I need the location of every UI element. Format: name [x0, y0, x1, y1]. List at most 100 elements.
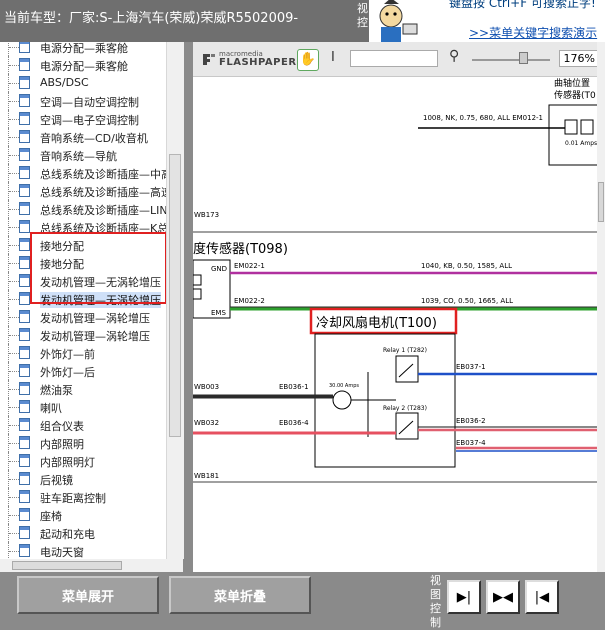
tree-item[interactable]: ABS/DSC — [0, 74, 170, 92]
tree-item[interactable]: 内部照明 — [0, 434, 170, 452]
document-icon — [19, 42, 30, 53]
tree-connector — [9, 245, 19, 246]
tree-connector — [8, 42, 10, 56]
tree-item[interactable]: 总线系统及诊断插座—中高 — [0, 164, 172, 182]
eb037-1-label: EB037-1 — [456, 363, 486, 371]
tree-item[interactable]: 电源分配—乘客舱 — [0, 56, 170, 74]
viewer-scrollbar[interactable] — [597, 42, 605, 572]
find-input[interactable] — [350, 50, 438, 67]
tree-item-label: 总线系统及诊断插座—高速 — [40, 186, 172, 199]
tree-item[interactable]: 燃油泵 — [0, 380, 170, 398]
tree-item-label: 空调—电子空调控制 — [40, 114, 139, 127]
flashpaper-viewer: macromedia FLASHPAPER ✋ I ⚲ 176% 曲轴位置 传感… — [193, 42, 605, 572]
tree-connector — [9, 407, 19, 408]
gnd-label: GND — [211, 265, 227, 273]
document-icon — [19, 544, 30, 557]
menu-expand-button[interactable]: 菜单展开 — [17, 576, 159, 614]
zoom-icon[interactable]: ⚲ — [449, 48, 459, 64]
tree-item-label: 总线系统及诊断插座—LIN — [40, 204, 168, 217]
tree-connector — [9, 299, 19, 300]
wb032-label: WB032 — [194, 419, 219, 427]
document-icon — [19, 400, 30, 413]
tree-item[interactable]: 音响系统—导航 — [0, 146, 170, 164]
tree-connector — [9, 443, 19, 444]
tree-horizontal-scrollbar[interactable] — [0, 559, 183, 572]
tree-item-label: 电动天窗 — [40, 546, 84, 559]
tree-item[interactable]: 外饰灯—前 — [0, 344, 170, 362]
tree-item[interactable]: 起动和充电 — [0, 524, 170, 542]
flashpaper-logo-icon — [203, 54, 215, 65]
tree-item[interactable]: 空调—自动空调控制 — [0, 92, 170, 110]
tree-item[interactable]: 外饰灯—后 — [0, 362, 170, 380]
tree-connector — [9, 371, 19, 372]
tree-item[interactable]: 发动机管理—涡轮增压 — [0, 326, 170, 344]
document-icon — [19, 454, 30, 467]
tree-connector — [9, 47, 19, 48]
document-icon — [19, 418, 30, 431]
tree-item-label: 燃油泵 — [40, 384, 73, 397]
tree-item[interactable]: 电源分配—乘客舱 — [0, 42, 170, 56]
zoom-slider-track[interactable] — [472, 59, 550, 61]
tree-hscroll-thumb[interactable] — [12, 561, 122, 570]
bottom-bar: 菜单展开 菜单折叠 视图控制 ▶| ▶◀ |◀ — [0, 572, 605, 629]
tree-connector — [9, 551, 19, 552]
tree-item-label: 喇叭 — [40, 402, 62, 415]
tree-connector — [9, 137, 19, 138]
zoom-field[interactable]: 176% — [559, 50, 599, 67]
tree-item-label: 音响系统—导航 — [40, 150, 117, 163]
tree-connector — [9, 533, 19, 534]
tree-item[interactable]: 后视镜 — [0, 470, 170, 488]
tree-connector — [9, 209, 19, 210]
tree-item[interactable]: 空调—电子空调控制 — [0, 110, 170, 128]
tree-connector — [9, 281, 19, 282]
tree-connector — [9, 101, 19, 102]
view-expand-right-button[interactable]: ▶| — [447, 580, 481, 614]
tree-item[interactable]: 座椅 — [0, 506, 170, 524]
eb036-2-label: EB036-2 — [456, 417, 486, 425]
tree-item[interactable]: 总线系统及诊断插座—高速 — [0, 182, 172, 200]
document-icon — [19, 490, 30, 503]
tree-scroll-thumb[interactable] — [169, 154, 181, 437]
tree-connector — [9, 83, 19, 84]
arrow-right-bar-icon: ▶| — [456, 589, 472, 605]
tree-item[interactable]: 驻车距离控制 — [0, 488, 170, 506]
tree-connector — [9, 263, 19, 264]
view-center-button[interactable]: ▶◀ — [486, 580, 520, 614]
tree-item-label: 空调—自动空调控制 — [40, 96, 139, 109]
zoom-slider-knob[interactable] — [519, 52, 528, 64]
keyword-search-demo-link[interactable]: >>菜单关键字搜索演示 — [469, 24, 597, 41]
tree-item[interactable]: 内部照明灯 — [0, 452, 170, 470]
tree-item-label: 外饰灯—后 — [40, 366, 95, 379]
tree-connector — [9, 119, 19, 120]
document-icon — [19, 526, 30, 539]
tree-item-label: 组合仪表 — [40, 420, 84, 433]
highlight-annotation — [30, 232, 167, 304]
document-icon — [19, 364, 30, 377]
tree-item[interactable]: 音响系统—CD/收音机 — [0, 128, 170, 146]
document-icon — [19, 112, 30, 125]
em022-1-label: EM022-1 — [234, 262, 265, 270]
menu-collapse-button[interactable]: 菜单折叠 — [169, 576, 311, 614]
tree-item[interactable]: 总线系统及诊断插座—LIN — [0, 200, 170, 218]
ems-label: EMS — [211, 309, 226, 317]
document-icon — [19, 58, 30, 71]
wb173-label: WB173 — [194, 211, 219, 219]
tree-item[interactable]: 电动天窗 — [0, 542, 170, 560]
text-select-tool[interactable]: I — [331, 50, 335, 65]
viewer-scroll-thumb[interactable] — [598, 182, 604, 222]
tree-vertical-scrollbar[interactable] — [166, 42, 184, 559]
tree-item[interactable]: 喇叭 — [0, 398, 170, 416]
crank-sensor-label-2: 传感器(T0 — [554, 89, 596, 101]
tree-item[interactable]: 组合仪表 — [0, 416, 170, 434]
tree-item[interactable]: 发动机管理—涡轮增压 — [0, 308, 170, 326]
document-icon — [19, 292, 30, 305]
eb037-4-label: EB037-4 — [456, 439, 486, 447]
top-wire-label: 1008, NK, 0.75, 680, ALL EM012-1 — [423, 114, 543, 122]
tree-connector — [9, 65, 19, 66]
document-icon — [19, 472, 30, 485]
view-expand-left-button[interactable]: |◀ — [525, 580, 559, 614]
crank-sensor-label: 曲轴位置 — [554, 77, 590, 89]
mascot-icon — [379, 0, 418, 42]
tree-item-label: 起动和充电 — [40, 528, 95, 541]
hand-tool-button[interactable]: ✋ — [297, 49, 319, 71]
